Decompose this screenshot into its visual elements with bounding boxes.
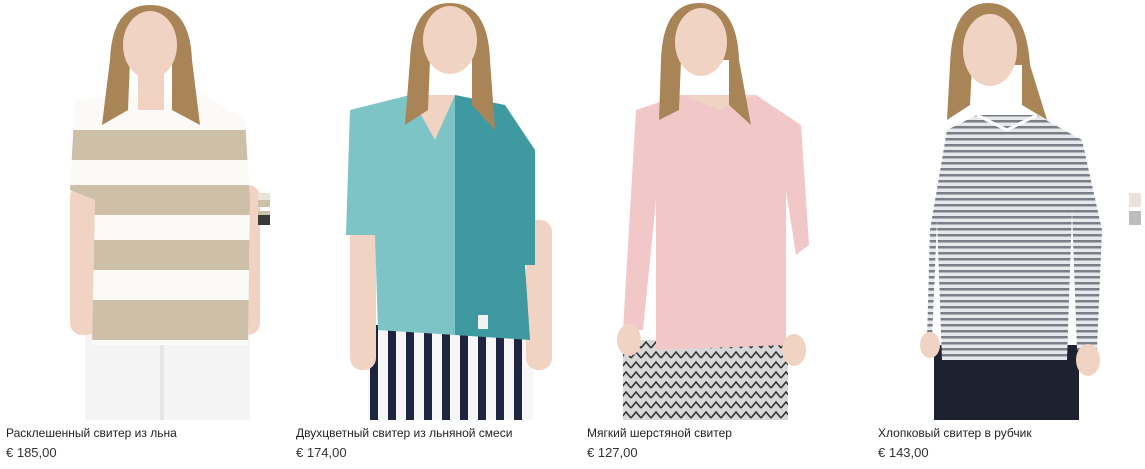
product-image[interactable] (290, 0, 568, 420)
product-price: € 185,00 (6, 445, 57, 460)
product-name[interactable]: Мягкий шерстяной свитер (587, 426, 732, 440)
product-name[interactable]: Расклешенный свитер из льна (6, 426, 177, 440)
product-image[interactable] (0, 0, 278, 420)
product-image[interactable] (581, 0, 859, 420)
color-swatches (1129, 193, 1141, 229)
product-price: € 127,00 (587, 445, 638, 460)
color-swatch[interactable] (1129, 193, 1141, 207)
product-card[interactable]: Хлопковый свитер в рубчик € 143,00 (872, 0, 1145, 469)
product-price: € 174,00 (296, 445, 347, 460)
color-swatch[interactable] (1129, 211, 1141, 225)
product-grid: Расклешенный свитер из льна € 185,00 Дву… (0, 0, 1145, 469)
color-swatch[interactable] (258, 211, 270, 225)
product-name[interactable]: Хлопковый свитер в рубчик (878, 426, 1032, 440)
product-price: € 143,00 (878, 445, 929, 460)
product-image[interactable] (872, 0, 1145, 420)
product-card[interactable]: Мягкий шерстяной свитер € 127,00 (581, 0, 859, 469)
product-card[interactable]: Расклешенный свитер из льна € 185,00 (0, 0, 278, 469)
product-name[interactable]: Двухцветный свитер из льняной смеси (296, 426, 512, 440)
color-swatch[interactable] (258, 193, 270, 207)
product-card[interactable]: Двухцветный свитер из льняной смеси € 17… (290, 0, 568, 469)
color-swatches (258, 193, 270, 229)
